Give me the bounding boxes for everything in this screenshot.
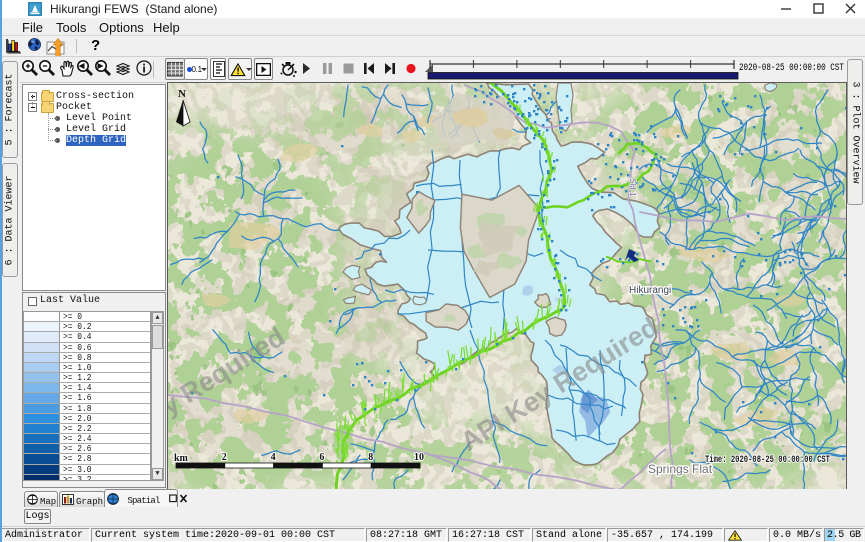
svg-text:2: 2 [222, 452, 227, 463]
svg-text:8: 8 [368, 452, 373, 463]
svg-text:km: km [174, 453, 189, 464]
svg-text:SH 1: SH 1 [628, 178, 638, 197]
svg-text:Hikurangi: Hikurangi [629, 285, 671, 296]
svg-text:N: N [178, 88, 186, 100]
svg-text:10: 10 [414, 452, 424, 463]
svg-text:Springs Flat: Springs Flat [648, 462, 713, 476]
svg-text:6: 6 [319, 452, 324, 463]
svg-text:Time: 2020-08-25 00:00:00 CST: Time: 2020-08-25 00:00:00 CST [705, 454, 830, 466]
svg-text:4: 4 [271, 452, 276, 463]
